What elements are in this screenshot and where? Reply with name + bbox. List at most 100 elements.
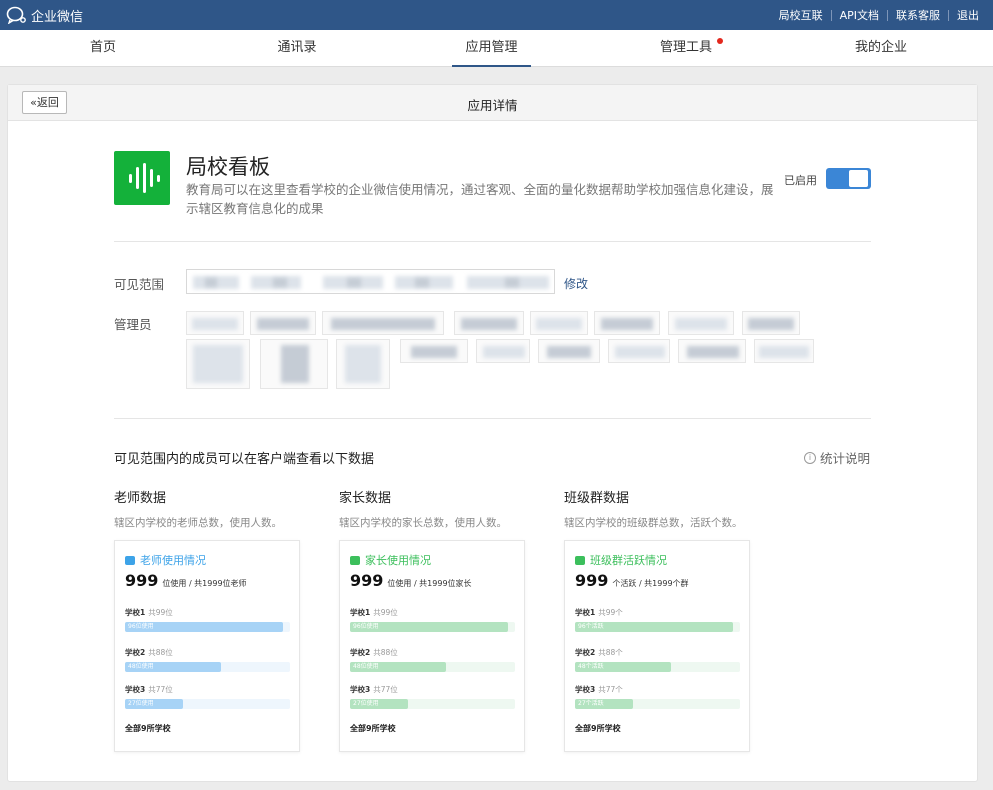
teacher-data-desc: 辖区内学校的老师总数，使用人数。 [114,517,282,529]
admin-tag[interactable] [400,339,468,363]
brand-name: 企业微信 [31,9,84,25]
redacted-text [345,345,381,383]
visible-scope-field[interactable] [186,269,555,294]
tab-app-management[interactable]: 应用管理 [452,30,531,67]
panel-big-sub: 位使用 / 共1999位老师 [162,579,247,588]
admin-tag[interactable] [538,339,600,363]
panel-header: 家长使用情况 [350,552,431,568]
admin-tag[interactable] [594,311,660,335]
panel-header: 老师使用情况 [125,552,206,568]
admin-tag[interactable] [250,311,316,335]
modify-scope-link[interactable]: 修改 [564,275,588,292]
redacted-text [257,318,309,330]
progress-bar: 27个活跃 [575,699,740,709]
tab-contacts[interactable]: 通讯录 [273,30,321,67]
panel-big-number: 999 [125,571,159,590]
app-icon [114,151,170,205]
admin-tag[interactable] [668,311,734,335]
progress-bar: 96位使用 [350,622,515,632]
admin-tag[interactable] [186,339,250,389]
tab-home[interactable]: 首页 [85,30,121,67]
panel-footer: 全部9所学校 [575,724,621,733]
admin-tag[interactable] [608,339,670,363]
soundwave-icon [129,163,160,193]
panel-footer: 全部9所学校 [350,724,396,733]
top-bar: 企业微信 局校互联 API文档 联系客服 退出 [0,0,993,30]
school-total: 共99个 [598,608,623,617]
progress-fill: 96位使用 [350,622,509,632]
admin-tag[interactable] [742,311,800,335]
link-logout[interactable]: 退出 [957,7,979,23]
redacted-text [193,345,243,383]
redacted-text [331,318,435,330]
admin-tag[interactable] [260,339,328,389]
panel-header-icon [350,555,360,565]
admin-tag[interactable] [476,339,530,363]
brand-logo[interactable]: 企业微信 [6,5,83,25]
tab-management-tools[interactable]: 管理工具 [655,30,723,67]
redacted-text [675,318,727,330]
progress-bar: 96个活跃 [575,622,740,632]
stat-link-label: 统计说明 [820,451,871,466]
admin-tag[interactable] [754,339,814,363]
redacted-text [415,278,429,287]
section-title: 可见范围内的成员可以在客户端查看以下数据 [114,452,375,467]
status-label: 已启用 [784,174,817,187]
school-name: 学校1 [125,608,146,617]
divider [948,9,949,21]
progress-bar: 27位使用 [125,699,290,709]
panel-summary: 999 个活跃 / 共1999个群 [575,571,689,590]
redacted-text [505,278,519,287]
page-title: 应用详情 [467,98,518,113]
admin-tag[interactable] [530,311,588,335]
school-total: 共88个 [598,648,623,657]
parent-data-desc: 辖区内学校的家长总数，使用人数。 [339,517,507,529]
admin-tag[interactable] [322,311,444,335]
wework-logo-icon [6,6,26,24]
school-total: 共88位 [373,648,398,657]
parent-data-title: 家长数据 [339,491,392,506]
redacted-text [411,346,457,358]
school-row-label: 学校3 共77位 [350,684,398,695]
admin-tag[interactable] [336,339,390,389]
redacted-text [601,318,653,330]
panel-header-label: 班级群活跃情况 [590,554,667,567]
school-name: 学校3 [575,685,596,694]
tab-my-enterprise[interactable]: 我的企业 [851,30,911,67]
app-name: 局校看板 [186,155,270,179]
redacted-text [615,346,665,358]
progress-fill: 27位使用 [125,699,183,709]
school-row-label: 学校2 共88位 [350,647,398,658]
enable-toggle[interactable] [826,168,871,189]
notification-dot [717,38,723,44]
school-row-label: 学校1 共99位 [125,607,173,618]
school-name: 学校2 [125,648,146,657]
redacted-text [192,318,238,330]
tab-label: 管理工具 [659,40,712,55]
school-name: 学校2 [350,648,371,657]
link-api-docs[interactable]: API文档 [840,7,879,23]
redacted-text [759,346,809,358]
admin-tag[interactable] [186,311,244,335]
link-school-connect[interactable]: 局校互联 [779,7,823,23]
redacted-text [273,278,287,287]
school-total: 共77个 [598,685,623,694]
school-row-label: 学校1 共99个 [575,607,623,618]
info-icon: i [804,451,816,464]
progress-bar: 48位使用 [125,662,290,672]
admin-tag[interactable] [678,339,746,363]
top-links: 局校互联 API文档 联系客服 退出 [779,7,979,23]
progress-fill: 27位使用 [350,699,408,709]
admin-tag[interactable] [454,311,524,335]
panel-summary: 999 位使用 / 共1999位家长 [350,571,472,590]
redacted-text [536,318,582,330]
progress-fill: 27个活跃 [575,699,633,709]
stat-explanation-link[interactable]: i 统计说明 [804,448,870,467]
progress-bar: 27位使用 [350,699,515,709]
redacted-text [347,278,361,287]
link-contact-support[interactable]: 联系客服 [896,7,940,23]
progress-fill: 48位使用 [125,662,221,672]
app-description: 教育局可以在这里查看学校的企业微信使用情况，通过客观、全面的量化数据帮助学校加强… [186,182,774,216]
class-group-data-desc: 辖区内学校的班级群总数，活跃个数。 [564,517,743,529]
parent-usage-panel: 家长使用情况 999 位使用 / 共1999位家长 学校1 共99位 96位使用 学校2 共8… [339,540,525,752]
